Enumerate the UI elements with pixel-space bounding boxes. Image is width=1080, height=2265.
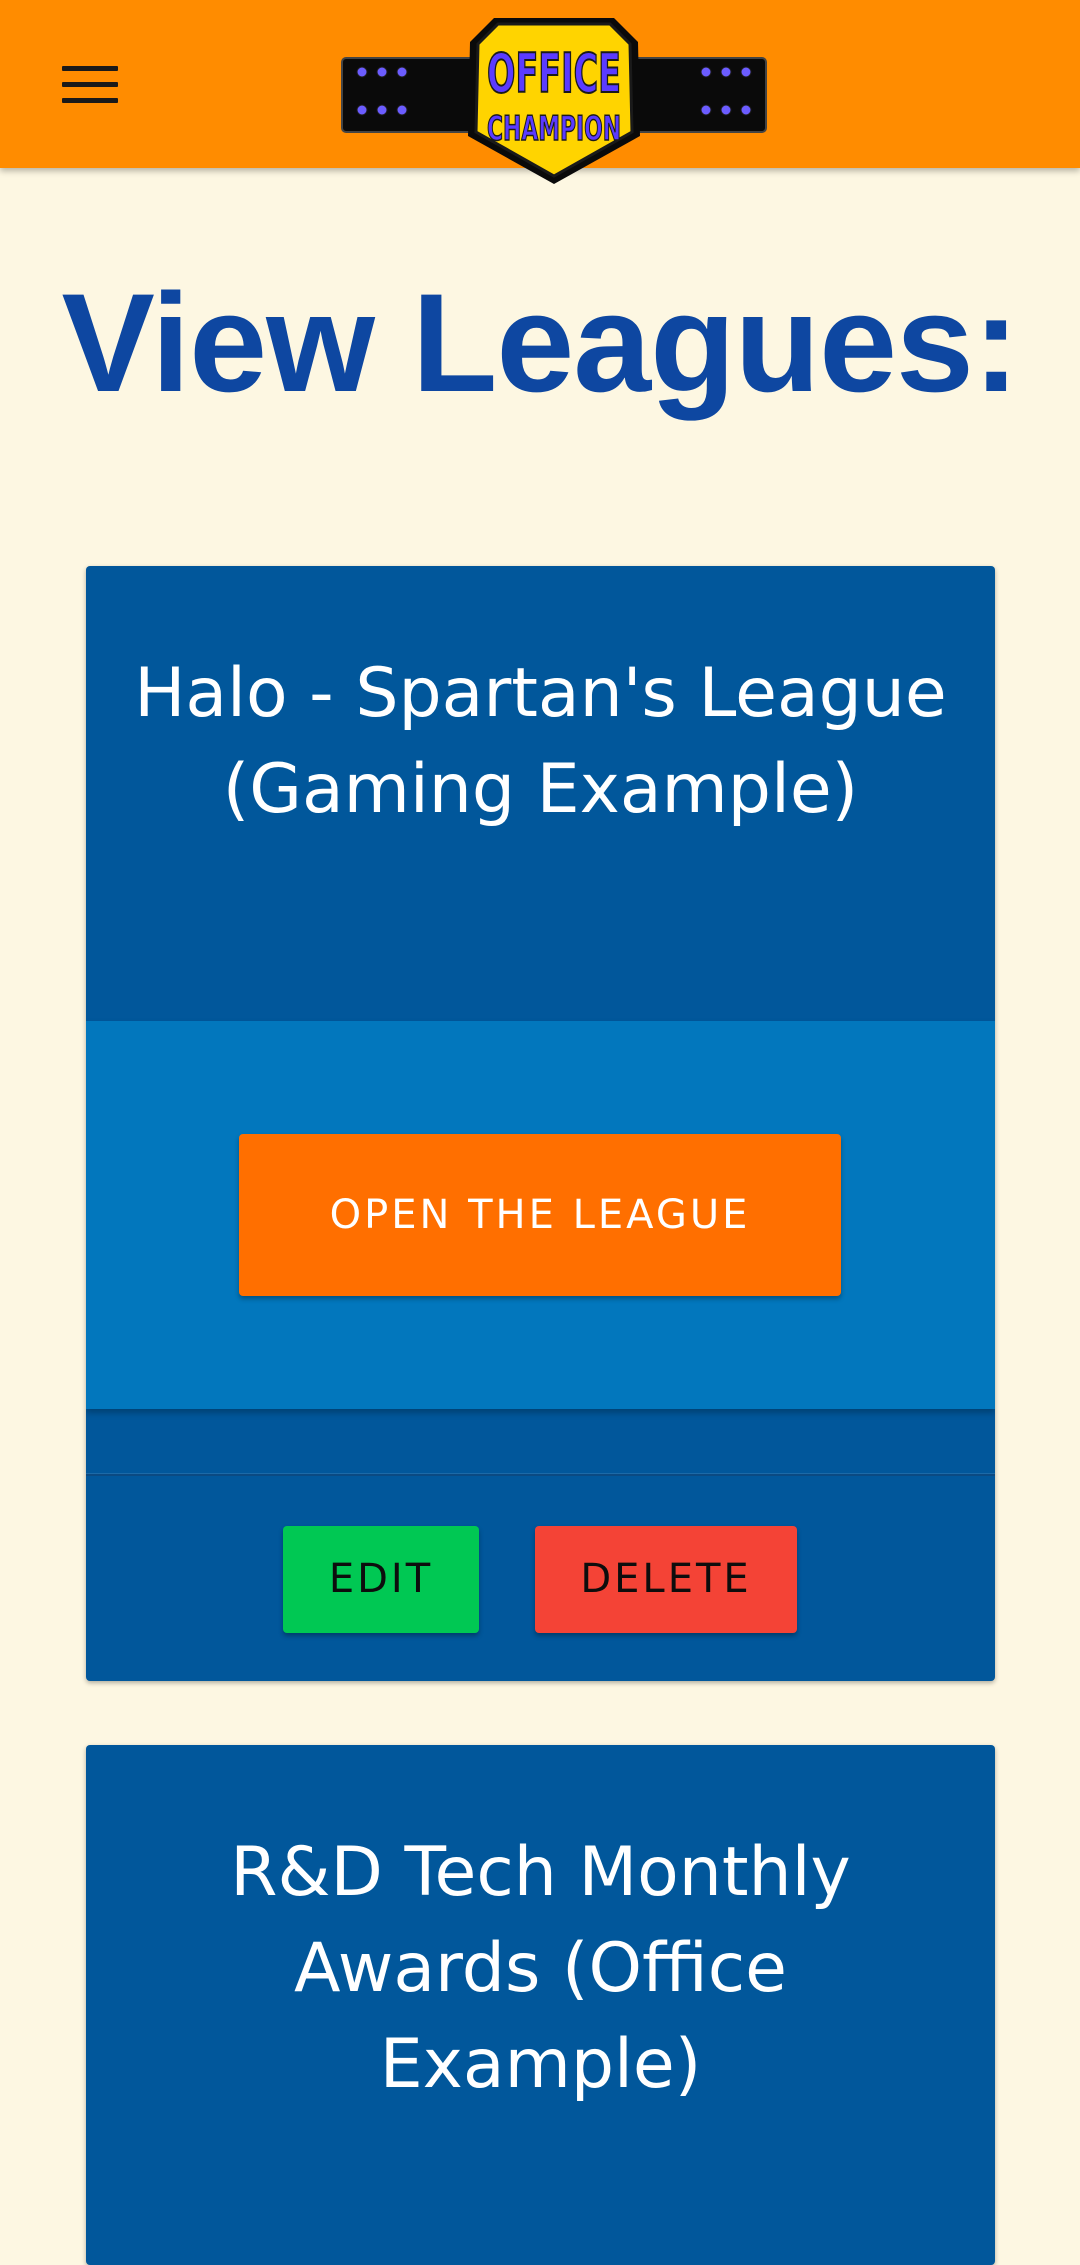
card-action-area: OPEN THE LEAGUE: [86, 1021, 995, 1409]
menu-button[interactable]: [50, 50, 130, 120]
delete-league-button[interactable]: DELETE: [535, 1526, 797, 1633]
logo-line1: OFFICE: [487, 42, 621, 105]
app-bar: OFFICE CHAMPION: [0, 0, 1080, 184]
card-divider: [86, 1473, 995, 1476]
league-title: R&D Tech Monthly Awards (Office Example): [230, 1833, 851, 2104]
open-league-button[interactable]: OPEN THE LEAGUE: [239, 1134, 841, 1296]
league-card: Halo - Spartan's League (Gaming Example)…: [86, 566, 995, 1681]
league-title: Halo - Spartan's League (Gaming Example): [134, 654, 947, 829]
hamburger-menu-icon: [62, 66, 118, 104]
office-champion-logo[interactable]: OFFICE CHAMPION: [338, 10, 770, 186]
league-card: R&D Tech Monthly Awards (Office Example): [86, 1745, 995, 2265]
page-title: View Leagues:: [61, 264, 1019, 421]
logo-line2: CHAMPION: [487, 109, 621, 149]
edit-league-button[interactable]: EDIT: [283, 1526, 479, 1633]
